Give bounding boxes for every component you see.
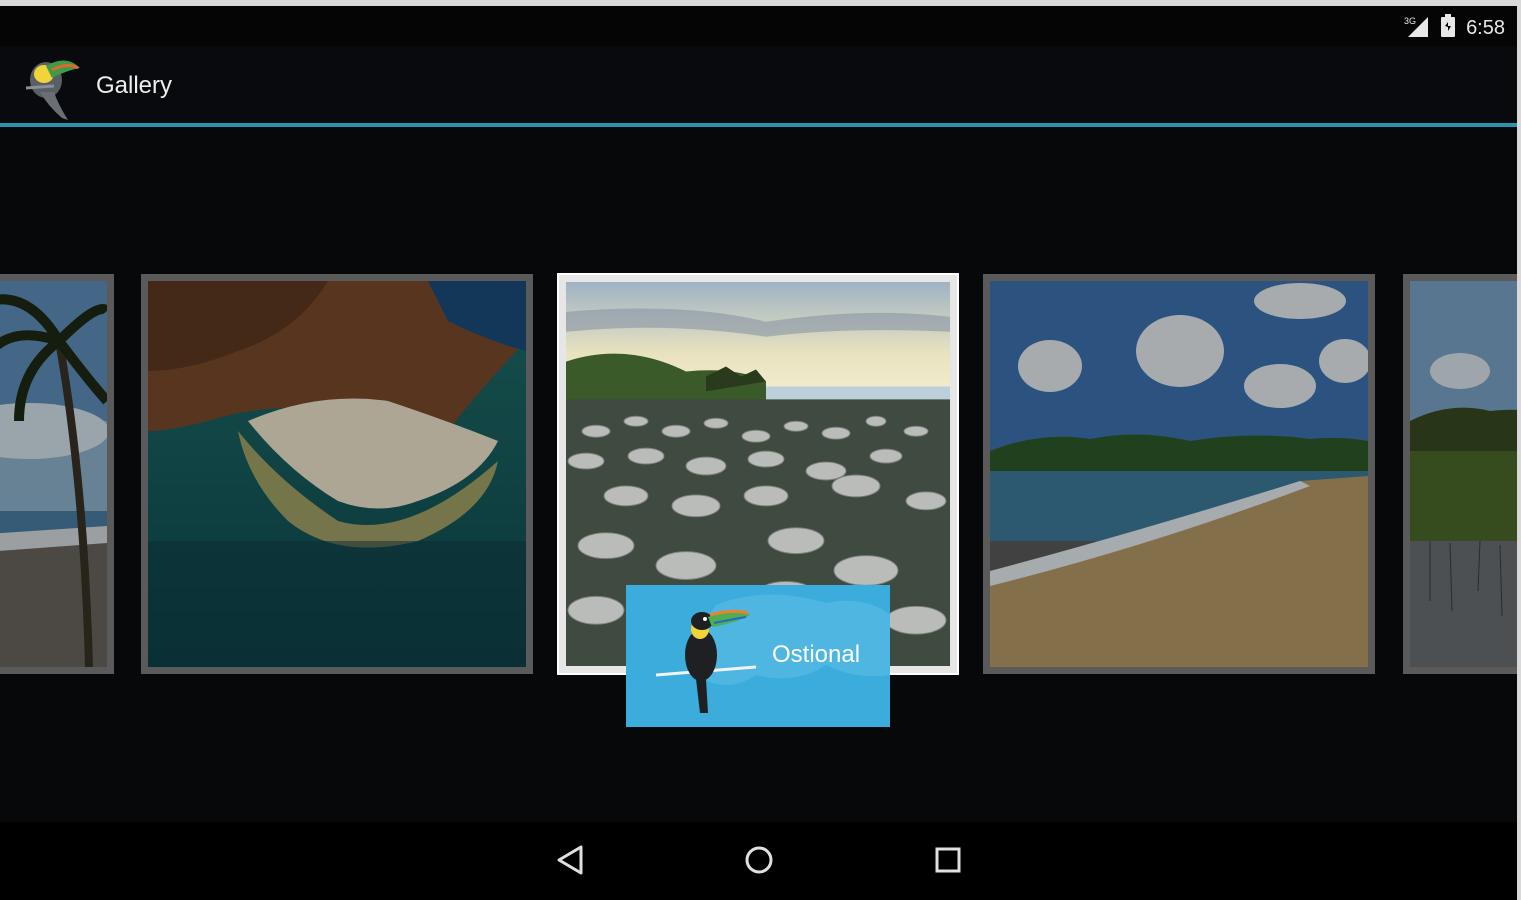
gallery-photo-wetland[interactable] <box>1403 274 1517 674</box>
location-caption: Ostional <box>772 641 861 668</box>
toucan-app-icon[interactable] <box>24 48 90 124</box>
recents-icon[interactable] <box>928 840 968 880</box>
screen-right-border <box>1517 0 1521 900</box>
back-icon[interactable] <box>550 840 590 880</box>
signal-icon: 3G <box>1404 15 1430 41</box>
home-icon[interactable] <box>739 840 779 880</box>
app-title: Gallery <box>96 72 173 99</box>
status-time: 6:58 <box>1466 16 1505 39</box>
gallery-photo-palm-beach[interactable] <box>0 274 114 674</box>
device-screen: 3G 6:58 Gallery Ostional <box>0 6 1517 894</box>
gallery-photo-bay-beach[interactable] <box>983 274 1375 674</box>
location-caption-card[interactable]: Ostional <box>626 585 890 727</box>
network-type-label: 3G <box>1404 16 1416 26</box>
gallery-photo-aerial-cove[interactable] <box>141 274 533 674</box>
toucan-icon <box>656 609 756 713</box>
status-bar: 3G 6:58 <box>0 6 1517 46</box>
action-bar: Gallery <box>0 46 1517 126</box>
navigation-bar <box>0 822 1517 894</box>
battery-icon <box>1440 14 1456 42</box>
gallery-carousel[interactable]: Ostional <box>0 127 1517 827</box>
